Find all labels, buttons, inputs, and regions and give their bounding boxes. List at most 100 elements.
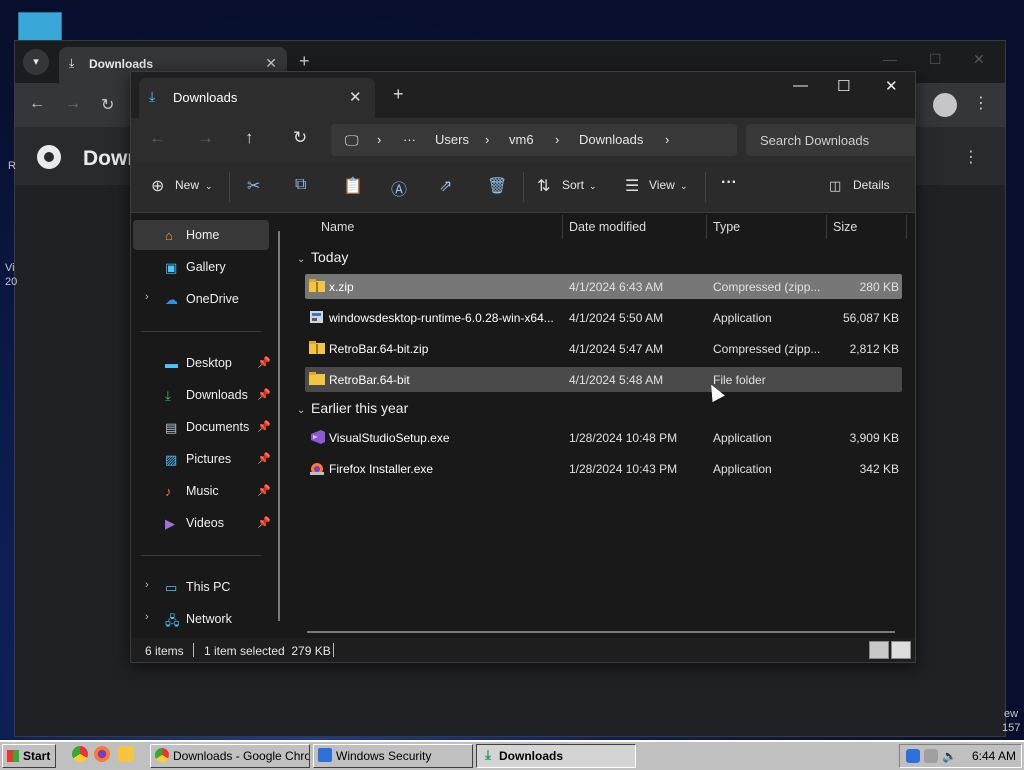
- chrome-new-tab-button[interactable]: +: [299, 51, 310, 72]
- file-row[interactable]: VisualStudioSetup.exe 1/28/2024 10:48 PM…: [305, 425, 902, 450]
- chevron-down-icon[interactable]: ⌄: [589, 181, 597, 192]
- explorer-new-tab-button[interactable]: +: [393, 84, 404, 105]
- volume-icon[interactable]: 🔈: [942, 749, 957, 763]
- sidebar-item-videos[interactable]: ▶ Videos 📌: [133, 508, 271, 538]
- file-row[interactable]: Firefox Installer.exe 1/28/2024 10:43 PM…: [305, 456, 902, 481]
- breadcrumb-item-downloads[interactable]: Downloads: [579, 132, 643, 147]
- horizontal-scrollbar[interactable]: [307, 631, 895, 633]
- breadcrumb-ellipsis[interactable]: ···: [403, 132, 416, 147]
- start-button[interactable]: Start: [2, 744, 56, 768]
- file-name[interactable]: RetroBar.64-bit: [329, 373, 410, 387]
- taskbar-button-chrome[interactable]: Downloads - Google Chro...: [150, 744, 310, 768]
- sidebar-item-this-pc[interactable]: › ▭ This PC: [133, 572, 269, 602]
- file-row[interactable]: windowsdesktop-runtime-6.0.28-win-x64...…: [305, 305, 902, 330]
- taskbar-button-downloads[interactable]: ⤓ Downloads: [476, 744, 636, 768]
- chrome-page-menu-icon[interactable]: ⋮: [963, 147, 979, 167]
- chrome-tab-close-button[interactable]: ✕: [265, 55, 277, 72]
- search-input[interactable]: Search Downloads: [746, 124, 916, 156]
- column-header-name[interactable]: Name: [321, 220, 354, 234]
- column-header-type[interactable]: Type: [713, 220, 740, 234]
- share-icon[interactable]: ⇗: [439, 176, 452, 196]
- details-pane-icon[interactable]: ◫: [829, 178, 841, 194]
- back-icon[interactable]: ←: [149, 128, 166, 148]
- network-tray-icon[interactable]: [924, 749, 938, 763]
- file-name[interactable]: VisualStudioSetup.exe: [329, 431, 450, 445]
- column-divider[interactable]: [826, 215, 827, 239]
- sidebar-item-downloads[interactable]: ⤓ Downloads 📌: [133, 380, 271, 410]
- group-header-earlier[interactable]: ⌄ Earlier this year: [297, 400, 408, 416]
- delete-icon[interactable]: 🗑: [487, 176, 507, 196]
- chevron-down-icon[interactable]: ⌄: [205, 181, 213, 192]
- chevron-right-icon[interactable]: ›: [485, 132, 489, 147]
- security-tray-icon[interactable]: [906, 749, 920, 763]
- breadcrumb-item-users[interactable]: Users: [435, 132, 469, 147]
- back-icon[interactable]: ←: [29, 95, 45, 113]
- column-header-size[interactable]: Size: [833, 220, 857, 234]
- refresh-icon[interactable]: ↻: [293, 128, 307, 148]
- chevron-down-icon[interactable]: ⌄: [297, 405, 311, 416]
- tiles-view-button[interactable]: [891, 641, 911, 659]
- file-row[interactable]: RetroBar.64-bit.zip 4/1/2024 5:47 AM Com…: [305, 336, 902, 361]
- pin-icon[interactable]: 📌: [257, 452, 271, 465]
- file-row[interactable]: RetroBar.64-bit 4/1/2024 5:48 AM File fo…: [305, 367, 902, 392]
- copy-icon[interactable]: ⧉: [295, 176, 306, 194]
- pin-icon[interactable]: 📌: [257, 516, 271, 529]
- paste-icon[interactable]: 📋: [343, 176, 363, 196]
- clock[interactable]: 6:44 AM: [972, 749, 1016, 763]
- taskbar-button-windows-security[interactable]: Windows Security: [313, 744, 473, 768]
- column-header-date[interactable]: Date modified: [569, 220, 646, 234]
- explorer-tab-downloads[interactable]: ⤓ Downloads ✕: [139, 78, 375, 118]
- chevron-right-icon[interactable]: ›: [377, 132, 381, 147]
- close-button[interactable]: ✕: [885, 77, 898, 95]
- sidebar-scrollbar[interactable]: [278, 231, 280, 621]
- pin-icon[interactable]: 📌: [257, 356, 271, 369]
- up-icon[interactable]: ↑: [245, 128, 254, 148]
- firefox-icon[interactable]: [94, 746, 110, 762]
- new-icon[interactable]: ⊕: [151, 176, 164, 196]
- sidebar-item-gallery[interactable]: ▣ Gallery: [133, 252, 269, 282]
- sidebar-item-desktop[interactable]: ▬ Desktop 📌: [133, 348, 271, 378]
- explorer-tab-close-button[interactable]: ✕: [349, 88, 362, 106]
- file-name[interactable]: Firefox Installer.exe: [329, 462, 433, 476]
- chevron-down-icon[interactable]: ⌄: [297, 254, 311, 265]
- computer-icon[interactable]: 🖵: [345, 132, 359, 149]
- chevron-right-icon[interactable]: ›: [145, 579, 149, 591]
- chevron-right-icon[interactable]: ›: [665, 132, 669, 147]
- breadcrumb[interactable]: 🖵 › ··· Users › vm6 › Downloads ›: [331, 124, 737, 156]
- file-name[interactable]: RetroBar.64-bit.zip: [329, 342, 428, 356]
- pin-icon[interactable]: 📌: [257, 420, 271, 433]
- breadcrumb-item-vm6[interactable]: vm6: [509, 132, 534, 147]
- chevron-down-icon[interactable]: ⌄: [680, 181, 688, 192]
- sort-button[interactable]: Sort: [562, 178, 584, 192]
- chevron-right-icon[interactable]: ›: [145, 291, 149, 303]
- details-button[interactable]: Details: [853, 178, 890, 192]
- chrome-close-button[interactable]: ✕: [973, 51, 985, 68]
- file-name[interactable]: windowsdesktop-runtime-6.0.28-win-x64...: [329, 311, 554, 325]
- sidebar-item-music[interactable]: ♪ Music 📌: [133, 476, 271, 506]
- chrome-icon[interactable]: [72, 746, 88, 762]
- column-divider[interactable]: [562, 215, 563, 239]
- sidebar-item-documents[interactable]: ▤ Documents 📌: [133, 412, 271, 442]
- chevron-right-icon[interactable]: ›: [555, 132, 559, 147]
- file-row[interactable]: x.zip 4/1/2024 6:43 AM Compressed (zipp.…: [305, 274, 902, 299]
- column-divider[interactable]: [906, 215, 907, 239]
- new-button[interactable]: New: [175, 178, 199, 192]
- rename-icon[interactable]: Ⓐ: [391, 176, 407, 200]
- sidebar-item-pictures[interactable]: ▨ Pictures 📌: [133, 444, 271, 474]
- sidebar-item-network[interactable]: › 🖧 Network: [133, 604, 269, 634]
- cut-icon[interactable]: ✂: [247, 176, 260, 196]
- reload-icon[interactable]: ↻: [101, 95, 114, 115]
- details-view-button[interactable]: [869, 641, 889, 659]
- file-name[interactable]: x.zip: [329, 280, 354, 294]
- column-divider[interactable]: [706, 215, 707, 239]
- chrome-minimize-button[interactable]: —: [883, 51, 897, 67]
- view-button[interactable]: View: [649, 178, 675, 192]
- chrome-maximize-button[interactable]: ☐: [929, 51, 942, 68]
- sidebar-item-onedrive[interactable]: › ☁ OneDrive: [133, 284, 269, 314]
- file-explorer-icon[interactable]: [118, 746, 134, 762]
- more-options-button[interactable]: ···: [721, 174, 737, 192]
- forward-icon[interactable]: →: [65, 95, 81, 113]
- chevron-right-icon[interactable]: ›: [145, 611, 149, 623]
- pin-icon[interactable]: 📌: [257, 388, 271, 401]
- minimize-button[interactable]: —: [793, 77, 808, 94]
